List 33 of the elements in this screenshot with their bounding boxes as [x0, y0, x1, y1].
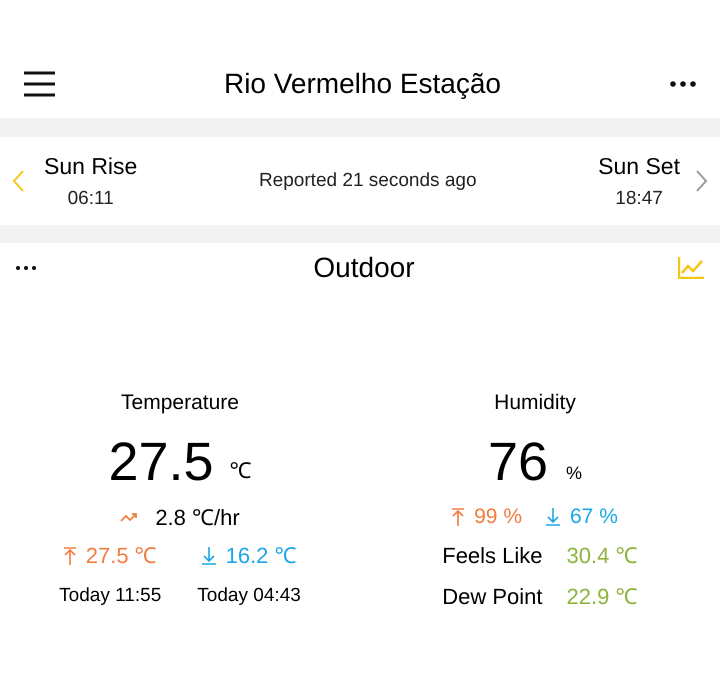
- detail-value: 30.4 ℃: [566, 542, 638, 570]
- screen-title: Rio Vermelho Estação: [224, 67, 502, 101]
- arrow-down-to-bar-icon: [546, 508, 560, 526]
- high-value: 27.5 ℃: [86, 542, 157, 570]
- detail-label: Feels Like: [441, 542, 543, 570]
- sunset-label: Sun Set: [598, 152, 680, 180]
- temperature-label: Temperature: [121, 390, 239, 416]
- low-value: 67 %: [570, 504, 618, 530]
- more-icon[interactable]: [670, 81, 696, 87]
- trend-up-icon: [120, 512, 138, 522]
- section-title: Outdoor: [313, 251, 415, 285]
- low-value: 16.2 ℃: [226, 542, 297, 570]
- high-time: Today 11:55: [59, 584, 162, 608]
- detail-value: 22.9 ℃: [566, 583, 638, 611]
- arrow-up-to-bar-icon: [452, 508, 464, 526]
- high-value: 99 %: [474, 504, 522, 530]
- reported-time: Reported 21 seconds ago: [258, 168, 478, 193]
- arrow-down-to-bar-icon: [202, 546, 216, 564]
- low-time: Today 04:43: [197, 584, 301, 608]
- sunset-time: 18:47: [615, 187, 663, 211]
- sunrise-label: Sun Rise: [44, 152, 138, 180]
- temperature-unit: ℃: [230, 457, 252, 485]
- temperature-value: 27.5: [108, 435, 214, 489]
- menu-icon[interactable]: [24, 71, 55, 97]
- humidity-value: 76: [488, 435, 548, 489]
- sunrise-time: 06:11: [68, 187, 114, 211]
- chevron-right-icon[interactable]: [696, 170, 708, 192]
- humidity-unit: %: [566, 462, 582, 485]
- more-icon[interactable]: [16, 266, 36, 270]
- detail-label: Dew Point: [441, 583, 543, 611]
- humidity-label: Humidity: [494, 390, 576, 416]
- temperature-trend: 2.8 ℃/hr: [155, 504, 240, 532]
- arrow-up-to-bar-icon: [64, 546, 76, 564]
